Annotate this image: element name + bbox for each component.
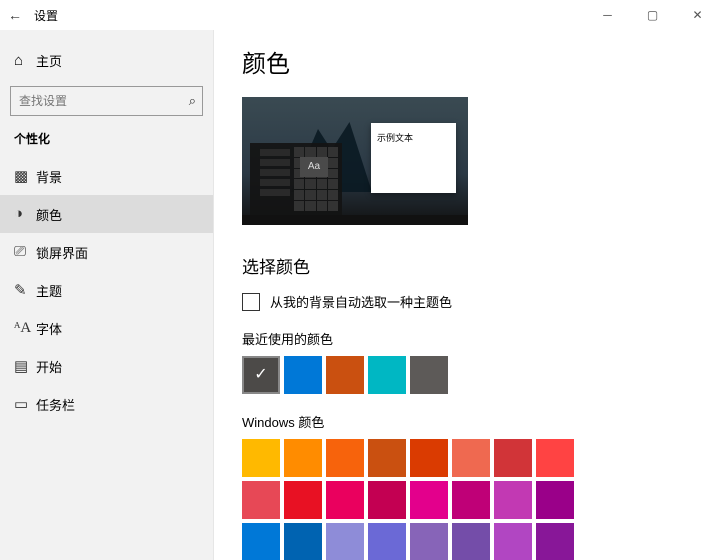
auto-pick-label: 从我的背景自动选取一种主题色 bbox=[270, 292, 452, 311]
sidebar-item-2[interactable]: ⎚锁屏界面 bbox=[0, 233, 213, 271]
sidebar-item-3[interactable]: ✎主题 bbox=[0, 271, 213, 309]
color-preview: Aa 示例文本 bbox=[242, 97, 468, 225]
search-box[interactable]: ⌕ bbox=[10, 86, 203, 116]
choose-color-heading: 选择颜色 bbox=[242, 253, 720, 278]
palette-color-swatch[interactable] bbox=[410, 523, 448, 560]
preview-window: 示例文本 bbox=[371, 123, 456, 193]
palette-color-swatch[interactable] bbox=[410, 481, 448, 519]
sidebar-item-0[interactable]: ▩背景 bbox=[0, 157, 213, 195]
recent-colors-heading: 最近使用的颜色 bbox=[242, 329, 720, 348]
search-input[interactable] bbox=[11, 87, 202, 115]
palette-color-swatch[interactable] bbox=[494, 481, 532, 519]
palette-color-swatch[interactable] bbox=[536, 481, 574, 519]
sidebar-item-label: 任务栏 bbox=[36, 395, 75, 414]
sidebar-item-icon: ◑ bbox=[14, 206, 36, 223]
windows-colors-heading: Windows 颜色 bbox=[242, 412, 720, 431]
sidebar-item-label: 字体 bbox=[36, 319, 62, 338]
sidebar-item-6[interactable]: ▭任务栏 bbox=[0, 385, 213, 423]
sidebar-item-label: 主题 bbox=[36, 281, 62, 300]
palette-color-swatch[interactable] bbox=[284, 481, 322, 519]
sidebar-item-4[interactable]: ᴬA字体 bbox=[0, 309, 213, 347]
sidebar-item-icon: ▭ bbox=[14, 395, 36, 414]
auto-pick-checkbox[interactable]: 从我的背景自动选取一种主题色 bbox=[242, 292, 720, 311]
sidebar-item-icon: ▩ bbox=[14, 167, 36, 186]
recent-color-swatch[interactable] bbox=[326, 356, 364, 394]
palette-color-swatch[interactable] bbox=[368, 523, 406, 560]
sidebar-item-5[interactable]: ▤开始 bbox=[0, 347, 213, 385]
content-area: 颜色 Aa 示例文本 选择颜色 从我的背景自动选取一种主题色 最近使用的颜色 W… bbox=[214, 30, 720, 560]
sidebar-item-icon: ᴬA bbox=[14, 320, 36, 337]
home-icon: ⌂ bbox=[14, 52, 36, 69]
preview-sample-text: 示例文本 bbox=[371, 123, 456, 152]
recent-color-swatch[interactable] bbox=[284, 356, 322, 394]
window-title: 设置 bbox=[30, 7, 58, 24]
palette-color-swatch[interactable] bbox=[494, 439, 532, 477]
minimize-button[interactable]: ─ bbox=[585, 0, 630, 30]
palette-color-swatch[interactable] bbox=[368, 439, 406, 477]
sidebar: ⌂ 主页 ⌕ 个性化 ▩背景◑颜色⎚锁屏界面✎主题ᴬA字体▤开始▭任务栏 bbox=[0, 30, 214, 560]
sidebar-item-icon: ✎ bbox=[14, 281, 36, 300]
palette-color-swatch[interactable] bbox=[242, 481, 280, 519]
sidebar-item-icon: ⎚ bbox=[14, 243, 36, 261]
palette-color-swatch[interactable] bbox=[452, 523, 490, 560]
palette-color-swatch[interactable] bbox=[326, 439, 364, 477]
palette-color-swatch[interactable] bbox=[242, 523, 280, 560]
close-button[interactable]: ✕ bbox=[675, 0, 720, 30]
search-icon: ⌕ bbox=[189, 87, 196, 115]
titlebar: ← 设置 ─ ▢ ✕ bbox=[0, 0, 720, 30]
palette-color-swatch[interactable] bbox=[494, 523, 532, 560]
recent-color-swatch[interactable] bbox=[410, 356, 448, 394]
sidebar-home[interactable]: ⌂ 主页 bbox=[0, 42, 213, 78]
palette-color-swatch[interactable] bbox=[242, 439, 280, 477]
palette-color-swatch[interactable] bbox=[410, 439, 448, 477]
recent-color-swatch[interactable] bbox=[368, 356, 406, 394]
palette-color-swatch[interactable] bbox=[452, 439, 490, 477]
sidebar-home-label: 主页 bbox=[36, 51, 62, 70]
sidebar-group-label: 个性化 bbox=[0, 126, 213, 157]
palette-color-swatch[interactable] bbox=[284, 439, 322, 477]
sidebar-item-label: 背景 bbox=[36, 167, 62, 186]
back-button[interactable]: ← bbox=[0, 7, 30, 23]
recent-color-swatch[interactable] bbox=[242, 356, 280, 394]
page-title: 颜色 bbox=[242, 44, 720, 79]
palette-color-swatch[interactable] bbox=[326, 481, 364, 519]
palette-color-swatch[interactable] bbox=[452, 481, 490, 519]
preview-aa: Aa bbox=[300, 157, 328, 177]
checkbox-box[interactable] bbox=[242, 293, 260, 311]
sidebar-item-icon: ▤ bbox=[14, 357, 36, 376]
sidebar-item-label: 颜色 bbox=[36, 205, 62, 224]
maximize-button[interactable]: ▢ bbox=[630, 0, 675, 30]
sidebar-item-label: 开始 bbox=[36, 357, 62, 376]
palette-color-swatch[interactable] bbox=[284, 523, 322, 560]
palette-color-swatch[interactable] bbox=[536, 523, 574, 560]
palette-color-swatch[interactable] bbox=[326, 523, 364, 560]
palette-color-swatch[interactable] bbox=[536, 439, 574, 477]
palette-color-swatch[interactable] bbox=[368, 481, 406, 519]
sidebar-item-1[interactable]: ◑颜色 bbox=[0, 195, 213, 233]
sidebar-item-label: 锁屏界面 bbox=[36, 243, 88, 262]
